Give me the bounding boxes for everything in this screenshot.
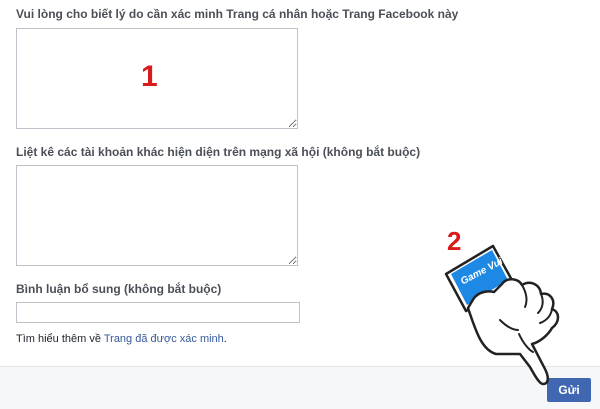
- send-button[interactable]: Gửi: [547, 378, 591, 402]
- social-accounts-label: Liệt kê các tài khoản khác hiện diện trê…: [16, 145, 421, 159]
- badge-label: Game Vui: [458, 256, 505, 288]
- help-text-suffix: .: [223, 333, 227, 345]
- help-text-prefix: Tìm hiểu thêm về: [16, 333, 104, 345]
- comment-input[interactable]: [16, 302, 300, 323]
- social-accounts-textarea[interactable]: [16, 165, 298, 266]
- step-2-marker: 2: [447, 226, 462, 256]
- reason-label: Vui lòng cho biết lý do cần xác minh Tra…: [16, 7, 459, 21]
- comment-label: Bình luận bổ sung (không bắt buộc): [16, 282, 222, 296]
- step-1-marker: 1: [141, 60, 158, 93]
- footer-bar: [0, 366, 600, 409]
- verified-pages-link[interactable]: Trang đã được xác minh: [104, 333, 224, 345]
- help-text: Tìm hiểu thêm về Trang đã được xác minh.: [16, 333, 227, 345]
